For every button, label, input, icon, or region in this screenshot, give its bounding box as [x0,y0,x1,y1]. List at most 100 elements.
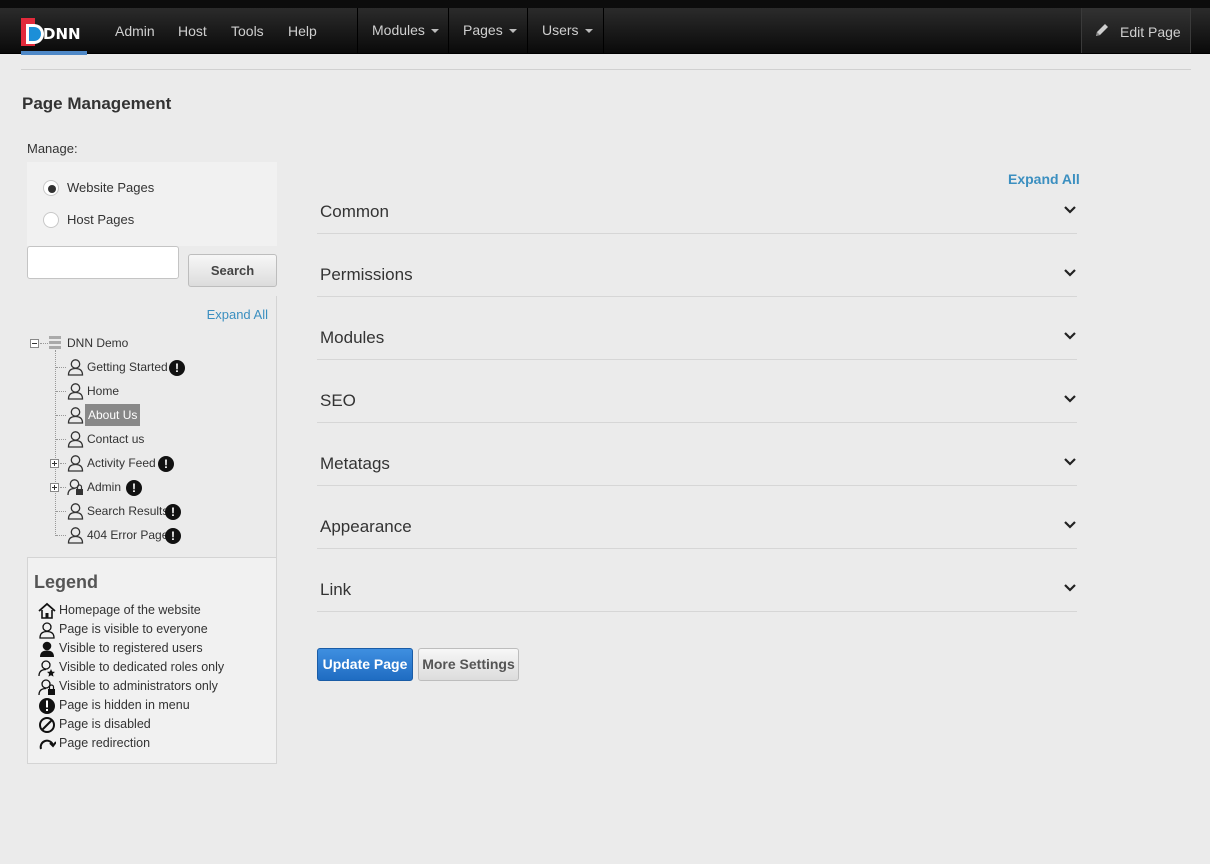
chevron-down-icon [1064,521,1076,529]
user-lock-icon [67,479,83,496]
nav-host[interactable]: Host [178,23,207,39]
tree-connector [60,463,66,464]
chevron-down-icon [1064,395,1076,403]
settings-expand-all-link[interactable]: Expand All [1008,171,1080,187]
tree-item-label: Admin [87,480,122,494]
expand-toggle-icon[interactable] [50,459,59,468]
user-lock-icon [38,679,55,696]
hidden-page-icon: ! [165,504,181,520]
tree-expand-all-link[interactable]: Expand All [207,307,268,322]
caret-down-icon [584,29,593,34]
control-bar: DNN Admin Host Tools Help Modules Pages … [0,8,1210,55]
section-link[interactable]: Link [317,572,1077,612]
top-strip [0,0,1210,8]
section-label: SEO [320,391,356,410]
legend-item-label: Page is hidden in menu [59,698,190,712]
chevron-down-icon [1064,332,1076,340]
expand-toggle-icon[interactable] [50,483,59,492]
server-icon [49,336,61,349]
section-label: Common [320,202,389,221]
edit-page-button[interactable]: Edit Page [1081,8,1191,53]
page-search-input[interactable] [27,246,179,279]
page-title: Page Management [22,94,172,113]
legend-item-label: Page is disabled [59,717,151,731]
section-appearance[interactable]: Appearance [317,509,1077,549]
caret-down-icon [508,29,517,34]
website-pages-label[interactable]: Website Pages [67,180,154,195]
hidden-page-icon: ! [165,528,181,544]
page-tree-panel: Expand All DNN Demo Getting Started ! Ho… [27,296,277,558]
nav-divider [448,8,449,53]
redirect-icon [39,739,56,750]
tree-item[interactable]: Home [27,380,267,402]
nav-divider [357,8,358,53]
section-modules[interactable]: Modules [317,320,1077,360]
user-outline-icon [67,359,84,376]
section-common[interactable]: Common [317,194,1077,234]
update-page-button[interactable]: Update Page [317,648,413,681]
tree-item[interactable]: Admin ! [27,476,267,498]
nav-help[interactable]: Help [288,23,317,39]
user-outline-icon [67,527,84,544]
tree-root-node[interactable]: DNN Demo [27,332,267,354]
legend-item-label: Page redirection [59,736,151,750]
section-permissions[interactable]: Permissions [317,257,1077,297]
user-outline-icon [39,622,55,639]
hidden-page-icon: ! [158,456,174,472]
exclamation-icon [39,698,55,714]
section-label: Metatags [320,454,390,473]
user-outline-icon [67,503,84,520]
website-pages-radio[interactable] [43,180,59,196]
tree-root-label: DNN Demo [67,336,129,350]
tree-connector [60,487,66,488]
hidden-page-icon: ! [169,360,185,376]
manage-label: Manage: [27,141,78,156]
nav-users-label: Users [542,22,579,38]
legend-panel: Legend Homepage of the website Page is v… [27,557,277,764]
tree-connector [56,367,66,368]
tree-connector [56,415,66,416]
tree-item-label: Search Results [87,504,169,518]
section-seo[interactable]: SEO [317,383,1077,423]
nav-users-dropdown[interactable]: Users [542,22,593,38]
more-settings-button[interactable]: More Settings [418,648,519,681]
tree-item[interactable]: Contact us [27,428,267,450]
section-label: Link [320,580,352,599]
search-button[interactable]: Search [188,254,277,287]
section-label: Appearance [320,517,412,536]
tree-item[interactable]: Getting Started ! [27,356,267,378]
tree-item-label: Contact us [87,432,145,446]
edit-page-label: Edit Page [1120,24,1181,40]
logo-text: DNN [43,25,81,43]
tree-item[interactable]: 404 Error Page ! [27,524,267,546]
nav-tools[interactable]: Tools [231,23,264,39]
chevron-down-icon [1064,458,1076,466]
tree-item-label: 404 Error Page [87,528,169,542]
tree-item-selected[interactable]: About Us [27,404,267,426]
host-pages-radio[interactable] [43,212,59,228]
pencil-icon [1096,24,1108,36]
divider [21,69,1191,70]
legend-item-label: Visible to administrators only [59,679,218,693]
tree-connector [56,511,66,512]
section-label: Permissions [320,265,413,284]
host-pages-label[interactable]: Host Pages [67,212,134,227]
user-star-icon [38,660,55,677]
legend-item-label: Homepage of the website [59,603,201,617]
tree-connector [40,343,48,344]
collapse-toggle-icon[interactable] [30,339,39,348]
tree-item[interactable]: Search Results ! [27,500,267,522]
section-metatags[interactable]: Metatags [317,446,1077,486]
legend-item-label: Visible to registered users [59,641,203,655]
nav-modules-dropdown[interactable]: Modules [372,22,439,38]
chevron-down-icon [1064,584,1076,592]
legend-item-label: Visible to dedicated roles only [59,660,225,674]
nav-admin[interactable]: Admin [115,23,155,39]
hidden-page-icon: ! [126,480,142,496]
tree-item[interactable]: Activity Feed ! [27,452,267,474]
tree-connector [56,439,66,440]
nav-pages-dropdown[interactable]: Pages [463,22,517,38]
nav-modules-label: Modules [372,22,425,38]
nav-divider [603,8,604,53]
dnn-logo[interactable]: DNN [21,15,87,54]
